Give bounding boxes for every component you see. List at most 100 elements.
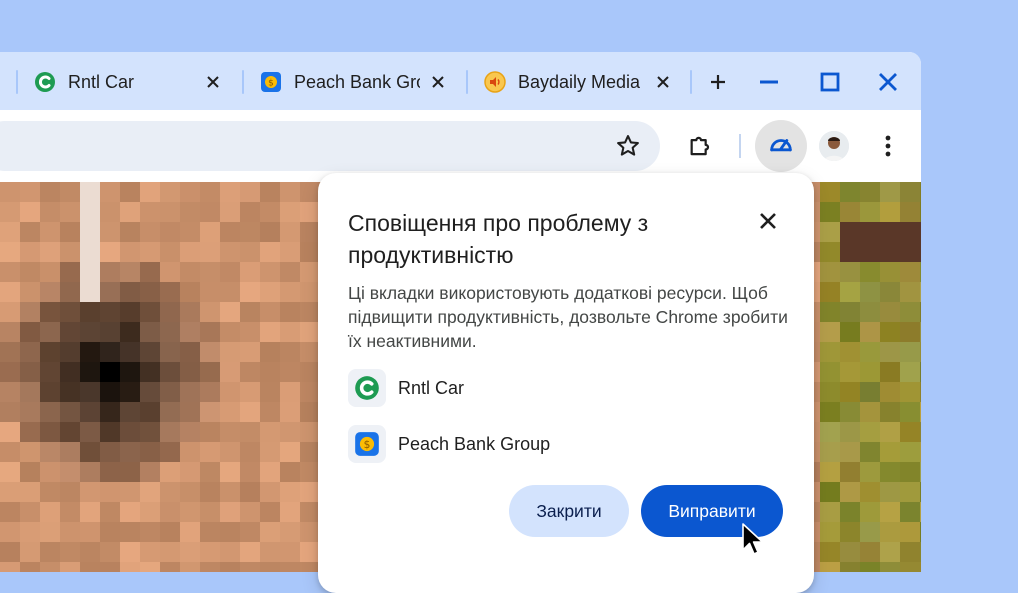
minimize-button[interactable] xyxy=(757,70,781,94)
mosaic-cell xyxy=(200,342,220,362)
mosaic-cell xyxy=(900,402,920,422)
mosaic-cell xyxy=(40,322,60,342)
mosaic-cell xyxy=(900,202,920,222)
mosaic-cell xyxy=(40,302,60,322)
mosaic-cell xyxy=(60,462,80,482)
mosaic-cell xyxy=(200,522,220,542)
mosaic-cell xyxy=(140,202,160,222)
mosaic-cell xyxy=(860,222,880,242)
mosaic-cell xyxy=(280,302,300,322)
mosaic-cell xyxy=(180,342,200,362)
mosaic-cell xyxy=(300,262,320,282)
mosaic-cell xyxy=(80,202,100,222)
mosaic-cell xyxy=(40,542,60,562)
mosaic-cell xyxy=(160,322,180,342)
mosaic-cell xyxy=(240,442,260,462)
mosaic-cell xyxy=(840,262,860,282)
performance-button[interactable] xyxy=(755,120,807,172)
mosaic-cell xyxy=(120,542,140,562)
mosaic-cell xyxy=(220,522,240,542)
mosaic-cell xyxy=(200,462,220,482)
dialog-close-icon[interactable] xyxy=(756,209,780,233)
mosaic-cell xyxy=(20,402,40,422)
mosaic-cell xyxy=(20,202,40,222)
mosaic-cell xyxy=(260,242,280,262)
mosaic-cell xyxy=(20,282,40,302)
tab-rntl-car[interactable]: Rntl Car xyxy=(34,62,224,102)
mosaic-cell xyxy=(0,362,20,382)
tab-title: Baydaily Media xyxy=(518,71,641,92)
address-bar[interactable] xyxy=(0,121,660,171)
mosaic-cell xyxy=(200,262,220,282)
mosaic-cell xyxy=(80,182,100,202)
mosaic-cell xyxy=(60,382,80,402)
mosaic-cell xyxy=(300,222,320,242)
close-icon[interactable] xyxy=(427,71,449,93)
mosaic-cell xyxy=(860,262,880,282)
tab-baydaily-media[interactable]: Baydaily Media xyxy=(484,62,674,102)
site-item-rntl-car: Rntl Car xyxy=(348,369,464,407)
tab-strip: Rntl Car $ Peach Bank Gro Baydaily Media xyxy=(0,52,921,110)
new-tab-button[interactable] xyxy=(706,70,730,94)
mosaic-cell xyxy=(240,282,260,302)
mosaic-cell xyxy=(40,282,60,302)
mosaic-cell xyxy=(80,242,100,262)
mosaic-cell xyxy=(820,562,840,572)
mosaic-cell xyxy=(200,542,220,562)
mosaic-cell xyxy=(280,242,300,262)
mosaic-cell xyxy=(260,542,280,562)
avatar[interactable] xyxy=(819,131,849,161)
mosaic-cell xyxy=(200,202,220,222)
svg-text:$: $ xyxy=(268,79,274,89)
mosaic-cell xyxy=(260,382,280,402)
mosaic-cell xyxy=(220,202,240,222)
mosaic-cell xyxy=(880,182,900,202)
mosaic-cell xyxy=(260,522,280,542)
mosaic-cell xyxy=(100,282,120,302)
mosaic-cell xyxy=(200,282,220,302)
mosaic-cell xyxy=(140,302,160,322)
mosaic-cell xyxy=(880,382,900,402)
mosaic-cell xyxy=(820,342,840,362)
maximize-button[interactable] xyxy=(818,70,842,94)
mosaic-cell xyxy=(920,362,921,382)
more-vert-icon[interactable] xyxy=(878,132,898,160)
mosaic-cell xyxy=(860,522,880,542)
window-close-button[interactable] xyxy=(876,70,900,94)
mosaic-cell xyxy=(160,542,180,562)
mosaic-cell xyxy=(120,342,140,362)
close-button[interactable]: Закрити xyxy=(509,485,629,537)
tab-separator xyxy=(466,70,468,94)
mosaic-cell xyxy=(140,502,160,522)
star-icon[interactable] xyxy=(614,132,642,160)
mosaic-cell xyxy=(860,442,880,462)
mosaic-cell xyxy=(240,302,260,322)
mosaic-cell xyxy=(220,342,240,362)
close-icon[interactable] xyxy=(652,71,674,93)
mosaic-cell xyxy=(160,442,180,462)
mosaic-cell xyxy=(920,182,921,202)
mosaic-cell xyxy=(160,242,180,262)
mosaic-cell xyxy=(900,422,920,442)
mosaic-cell xyxy=(0,562,20,572)
mosaic-cell xyxy=(220,322,240,342)
mosaic-cell xyxy=(0,302,20,322)
mosaic-cell xyxy=(860,282,880,302)
mosaic-cell xyxy=(160,202,180,222)
mosaic-cell xyxy=(120,182,140,202)
puzzle-icon[interactable] xyxy=(686,131,716,161)
tab-peach-bank[interactable]: $ Peach Bank Gro xyxy=(260,62,449,102)
mosaic-cell xyxy=(80,362,100,382)
mosaic-cell xyxy=(840,242,860,262)
mosaic-cell xyxy=(20,182,40,202)
mosaic-cell xyxy=(920,322,921,342)
mosaic-cell xyxy=(60,262,80,282)
mosaic-cell xyxy=(160,402,180,422)
mosaic-cell xyxy=(860,342,880,362)
mosaic-cell xyxy=(0,382,20,402)
mosaic-cell xyxy=(220,302,240,322)
mosaic-cell xyxy=(0,462,20,482)
mosaic-cell xyxy=(240,322,260,342)
close-icon[interactable] xyxy=(202,71,224,93)
mosaic-cell xyxy=(40,202,60,222)
